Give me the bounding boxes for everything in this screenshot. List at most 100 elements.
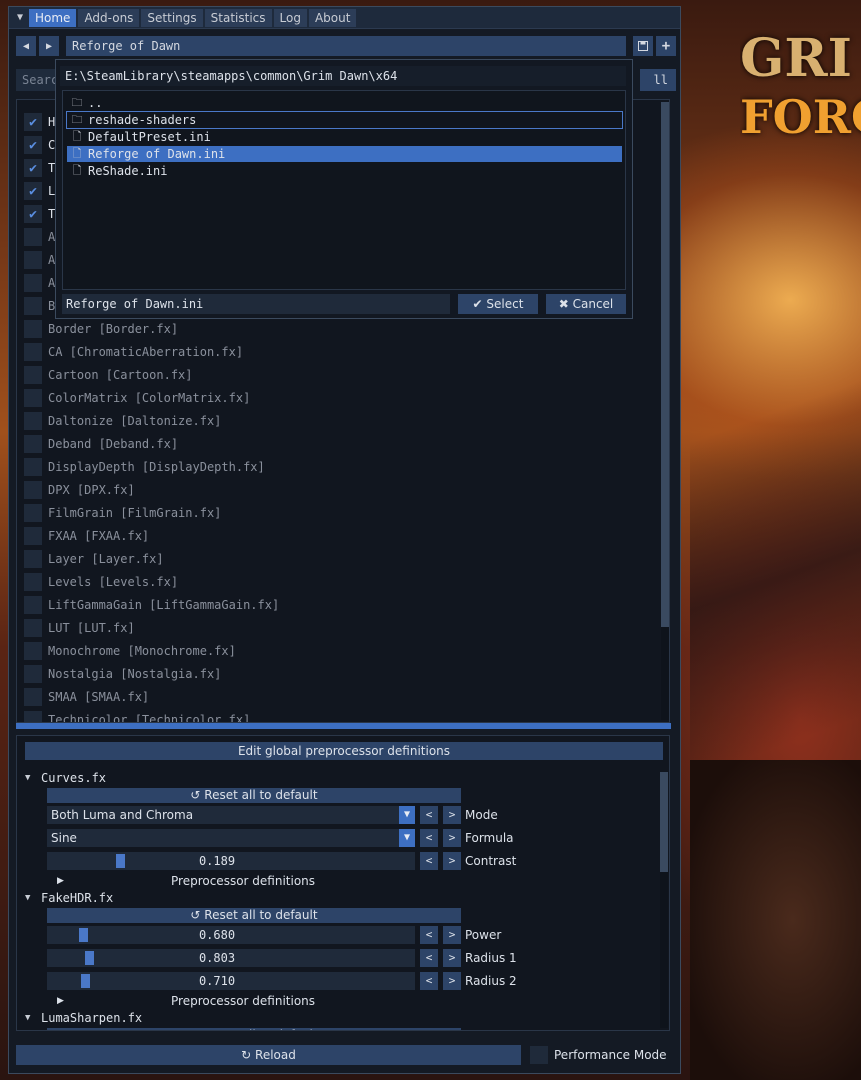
effect-item[interactable]: ColorMatrix [ColorMatrix.fx] — [24, 388, 250, 408]
cancel-button[interactable]: ✖ Cancel — [546, 294, 626, 314]
contrast-slider-grab[interactable] — [116, 854, 126, 868]
tree-node-curves[interactable]: ▼ Curves.fx — [25, 770, 106, 786]
contrast-slider[interactable]: 0.189 — [47, 852, 415, 870]
effect-checkbox[interactable] — [24, 573, 42, 591]
radius1-increment-button[interactable]: > — [443, 949, 461, 967]
reset-fakehdr-button[interactable]: ↺ Reset all to default — [47, 908, 461, 923]
menu-item-log[interactable]: Log — [273, 8, 307, 27]
effect-checkbox[interactable] — [24, 458, 42, 476]
next-preset-button[interactable]: ▶ — [39, 36, 59, 56]
effect-list-scrollbar[interactable] — [661, 102, 669, 720]
power-increment-button[interactable]: > — [443, 926, 461, 944]
toggle-all-button[interactable]: ll — [640, 69, 676, 91]
radius1-slider-grab[interactable] — [84, 951, 94, 965]
effect-item[interactable]: FilmGrain [FilmGrain.fx] — [24, 503, 221, 523]
effect-list-scroll-thumb[interactable] — [661, 102, 669, 627]
save-preset-button[interactable] — [633, 36, 653, 56]
menu-item-add-ons[interactable]: Add-ons — [78, 8, 140, 27]
menu-item-home[interactable]: Home — [29, 8, 77, 27]
effect-item[interactable]: B — [24, 296, 55, 316]
formula-combo[interactable]: Sine — [47, 829, 415, 847]
reset-lumasharpen-button[interactable]: ↺ Reset all to default — [47, 1028, 461, 1030]
effect-item[interactable]: LUT [LUT.fx] — [24, 618, 135, 638]
power-slider[interactable]: 0.680 — [47, 926, 415, 944]
effect-item[interactable]: DPX [DPX.fx] — [24, 480, 135, 500]
radius1-decrement-button[interactable]: < — [420, 949, 438, 967]
formula-increment-button[interactable]: > — [443, 829, 461, 847]
file-item[interactable]: 🗋 DefaultPreset.ini — [67, 129, 622, 145]
effect-checkbox[interactable]: ✔ — [24, 182, 42, 200]
formula-decrement-button[interactable]: < — [420, 829, 438, 847]
mode-increment-button[interactable]: > — [443, 806, 461, 824]
contrast-decrement-button[interactable]: < — [420, 852, 438, 870]
menu-item-about[interactable]: About — [308, 8, 357, 27]
radius2-slider[interactable]: 0.710 — [47, 972, 415, 990]
chevron-down-icon[interactable]: ▼ — [399, 806, 415, 824]
effect-checkbox[interactable] — [24, 711, 42, 722]
effect-checkbox[interactable] — [24, 435, 42, 453]
contrast-increment-button[interactable]: > — [443, 852, 461, 870]
mode-decrement-button[interactable]: < — [420, 806, 438, 824]
performance-mode-checkbox[interactable] — [530, 1046, 548, 1064]
menu-item-statistics[interactable]: Statistics — [204, 8, 272, 27]
file-item[interactable]: 🗋 ReShade.ini — [67, 163, 622, 179]
effect-item[interactable]: Technicolor [Technicolor.fx] — [24, 710, 250, 722]
effect-item[interactable]: ✔ H — [24, 112, 55, 132]
effect-checkbox[interactable]: ✔ — [24, 205, 42, 223]
effect-checkbox[interactable] — [24, 619, 42, 637]
effect-checkbox[interactable] — [24, 481, 42, 499]
edit-preprocessor-button[interactable]: Edit global preprocessor definitions — [25, 742, 663, 760]
effect-item[interactable]: ✔ C — [24, 135, 55, 155]
curves-preprocessor-node[interactable]: ▶ Preprocessor definitions — [47, 873, 315, 889]
effect-item[interactable]: FXAA [FXAA.fx] — [24, 526, 149, 546]
settings-scroll-thumb[interactable] — [660, 772, 668, 872]
effect-item[interactable]: Monochrome [Monochrome.fx] — [24, 641, 236, 661]
previous-preset-button[interactable]: ◀ — [16, 36, 36, 56]
fakehdr-preprocessor-node[interactable]: ▶ Preprocessor definitions — [47, 993, 315, 1009]
effect-checkbox[interactable] — [24, 274, 42, 292]
file-item[interactable]: 🗋 Reforge of Dawn.ini — [67, 146, 622, 162]
tree-node-fakehdr[interactable]: ▼ FakeHDR.fx — [25, 890, 113, 906]
effect-checkbox[interactable] — [24, 366, 42, 384]
panel-splitter[interactable] — [16, 723, 671, 729]
reload-button[interactable]: ↻ Reload — [16, 1045, 521, 1065]
effect-item[interactable]: Levels [Levels.fx] — [24, 572, 178, 592]
effect-checkbox[interactable] — [24, 665, 42, 683]
effect-item[interactable]: Cartoon [Cartoon.fx] — [24, 365, 193, 385]
effect-checkbox[interactable]: ✔ — [24, 136, 42, 154]
effect-item[interactable]: CA [ChromaticAberration.fx] — [24, 342, 243, 362]
effect-checkbox[interactable] — [24, 596, 42, 614]
effect-checkbox[interactable] — [24, 389, 42, 407]
effect-item[interactable]: Nostalgia [Nostalgia.fx] — [24, 664, 221, 684]
effect-checkbox[interactable] — [24, 688, 42, 706]
effect-checkbox[interactable] — [24, 527, 42, 545]
settings-scrollbar[interactable] — [660, 772, 668, 1028]
effect-checkbox[interactable] — [24, 251, 42, 269]
collapse-icon[interactable]: ▼ — [11, 9, 29, 27]
effect-item[interactable]: LiftGammaGain [LiftGammaGain.fx] — [24, 595, 279, 615]
effect-item[interactable]: Deband [Deband.fx] — [24, 434, 178, 454]
radius1-slider[interactable]: 0.803 — [47, 949, 415, 967]
preset-name-field[interactable]: Reforge of Dawn — [66, 36, 626, 56]
folder-item[interactable]: 🗀 reshade-shaders — [66, 111, 623, 129]
effect-checkbox[interactable]: ✔ — [24, 159, 42, 177]
radius2-increment-button[interactable]: > — [443, 972, 461, 990]
effect-checkbox[interactable] — [24, 320, 42, 338]
effect-item[interactable]: DisplayDepth [DisplayDepth.fx] — [24, 457, 265, 477]
radius2-slider-grab[interactable] — [80, 974, 90, 988]
folder-item[interactable]: 🗀.. — [67, 95, 622, 111]
effect-checkbox[interactable] — [24, 412, 42, 430]
reset-curves-button[interactable]: ↺ Reset all to default — [47, 788, 461, 803]
effect-item[interactable]: Border [Border.fx] — [24, 319, 178, 339]
radius2-decrement-button[interactable]: < — [420, 972, 438, 990]
effect-checkbox[interactable] — [24, 642, 42, 660]
effect-item[interactable]: ✔ T — [24, 158, 55, 178]
effect-checkbox[interactable] — [24, 297, 42, 315]
effect-checkbox[interactable] — [24, 343, 42, 361]
menu-item-settings[interactable]: Settings — [141, 8, 203, 27]
mode-combo[interactable]: Both Luma and Chroma — [47, 806, 415, 824]
effect-item[interactable]: SMAA [SMAA.fx] — [24, 687, 149, 707]
effect-item[interactable]: Daltonize [Daltonize.fx] — [24, 411, 221, 431]
chevron-down-icon[interactable]: ▼ — [399, 829, 415, 847]
effect-checkbox[interactable]: ✔ — [24, 113, 42, 131]
